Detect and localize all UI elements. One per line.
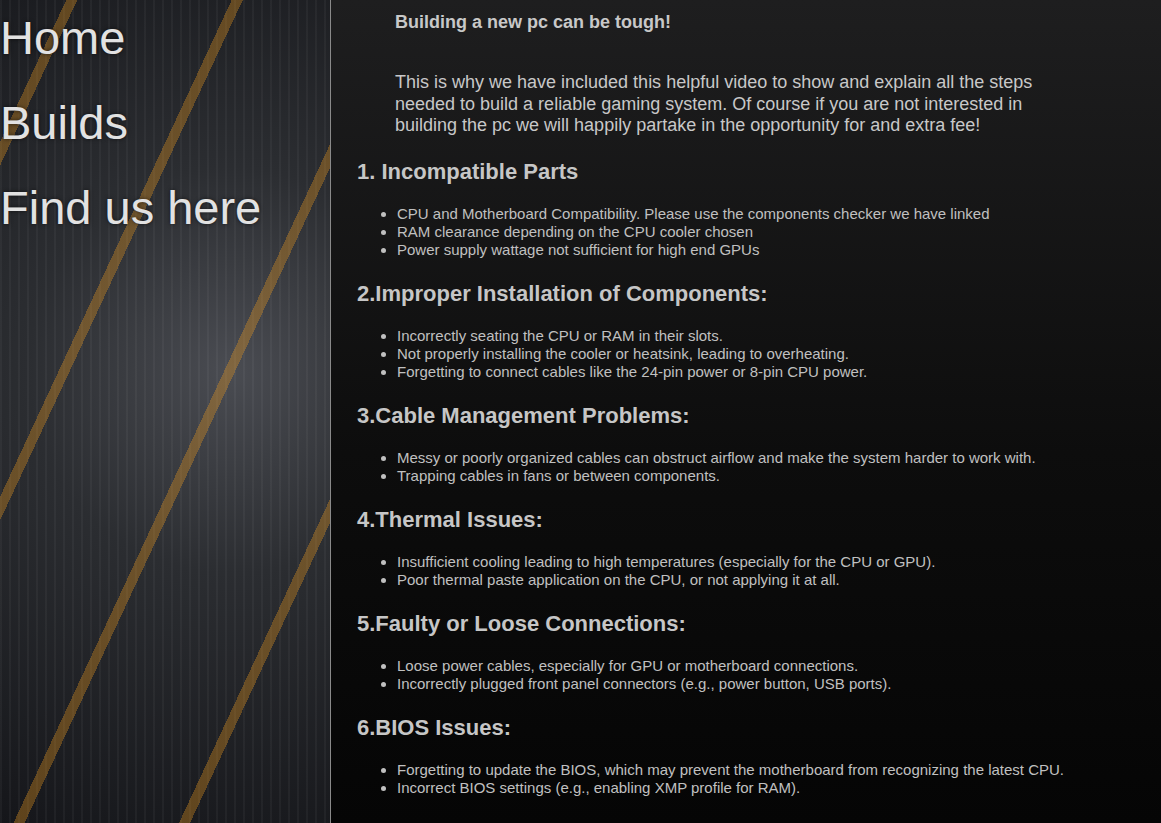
tip-item: Not properly installing the cooler or he… (397, 345, 1141, 363)
intro: Building a new pc can be tough! This is w… (395, 11, 1085, 137)
tip-item: Trapping cables in fans or between compo… (397, 467, 1141, 485)
section-heading: 3.Cable Management Problems: (357, 403, 1141, 429)
tips-section: 3.Cable Management Problems: Messy or poo… (357, 403, 1141, 485)
content-panel: Building a new pc can be tough! This is w… (331, 0, 1161, 823)
tips-section: 6.BIOS Issues: Forgetting to update the B… (357, 715, 1141, 797)
tips-section: 4.Thermal Issues: Insufficient cooling le… (357, 507, 1141, 589)
tips-list: Messy or poorly organized cables can obs… (357, 449, 1141, 485)
nav-link[interactable]: Home (0, 11, 330, 65)
tip-item: Forgetting to update the BIOS, which may… (397, 761, 1141, 779)
tips-list: Incorrectly seating the CPU or RAM in th… (357, 327, 1141, 381)
intro-text: This is why we have included this helpfu… (395, 72, 1085, 137)
nav-link[interactable]: Builds (0, 96, 330, 150)
section-heading: 5.Faulty or Loose Connections: (357, 611, 1141, 637)
tips-list: Loose power cables, especially for GPU o… (357, 657, 1141, 693)
tip-item: Power supply wattage not sufficient for … (397, 241, 1141, 259)
tips-section: 5.Faulty or Loose Connections: Loose powe… (357, 611, 1141, 693)
tip-item: Incorrectly seating the CPU or RAM in th… (397, 327, 1141, 345)
section-heading: 1. Incompatible Parts (357, 159, 1141, 185)
tip-item: Messy or poorly organized cables can obs… (397, 449, 1141, 467)
nav-link[interactable]: Find us here (0, 181, 330, 235)
tips-section: 1. Incompatible Parts CPU and Motherboard… (357, 159, 1141, 259)
tip-item: CPU and Motherboard Compatibility. Pleas… (397, 205, 1141, 223)
section-heading: 2.Improper Installation of Components: (357, 281, 1141, 307)
section-heading: 4.Thermal Issues: (357, 507, 1141, 533)
tips-list: CPU and Motherboard Compatibility. Pleas… (357, 205, 1141, 259)
tips-section: 2.Improper Installation of Components: In… (357, 281, 1141, 381)
intro-title: Building a new pc can be tough! (395, 11, 1085, 33)
tips-list: Insufficient cooling leading to high tem… (357, 553, 1141, 589)
tip-item: Incorrectly plugged front panel connecto… (397, 675, 1141, 693)
sidebar-photo: Home Builds Find us here (0, 0, 331, 823)
tip-item: Insufficient cooling leading to high tem… (397, 553, 1141, 571)
tip-item: Forgetting to connect cables like the 24… (397, 363, 1141, 381)
tips-list: Forgetting to update the BIOS, which may… (357, 761, 1141, 797)
tip-item: Incorrect BIOS settings (e.g., enabling … (397, 779, 1141, 797)
tip-item: Poor thermal paste application on the CP… (397, 571, 1141, 589)
tip-item: RAM clearance depending on the CPU coole… (397, 223, 1141, 241)
section-heading: 6.BIOS Issues: (357, 715, 1141, 741)
tip-item: Loose power cables, especially for GPU o… (397, 657, 1141, 675)
main-nav: Home Builds Find us here (0, 11, 330, 235)
